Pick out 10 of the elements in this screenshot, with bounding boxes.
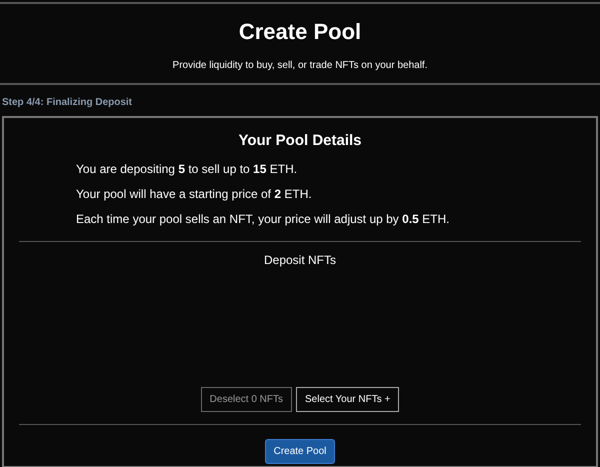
step-label: Step 4/4: Finalizing Deposit [2,96,134,110]
section-title: Deposit NFTs [264,252,336,268]
page-title: Create Pool [238,18,362,46]
panel-title: Your Pool Details [238,131,362,151]
select-button[interactable]: Select Your NFTs + [296,386,400,412]
page-subtitle: Provide liquidity to buy, sell, or trade NFTs on your behalf. [172,59,428,73]
detail-line: Each time your pool sells an NFT, your price will adjust up by 0.5 ETH. [76,210,450,226]
detail-line: You are depositing 5 to sell up to 15 ETH. [76,160,298,176]
create-pool-button[interactable]: Create Pool [264,438,336,464]
detail-line: Your pool will have a starting price of 2 ETH. [76,186,313,202]
